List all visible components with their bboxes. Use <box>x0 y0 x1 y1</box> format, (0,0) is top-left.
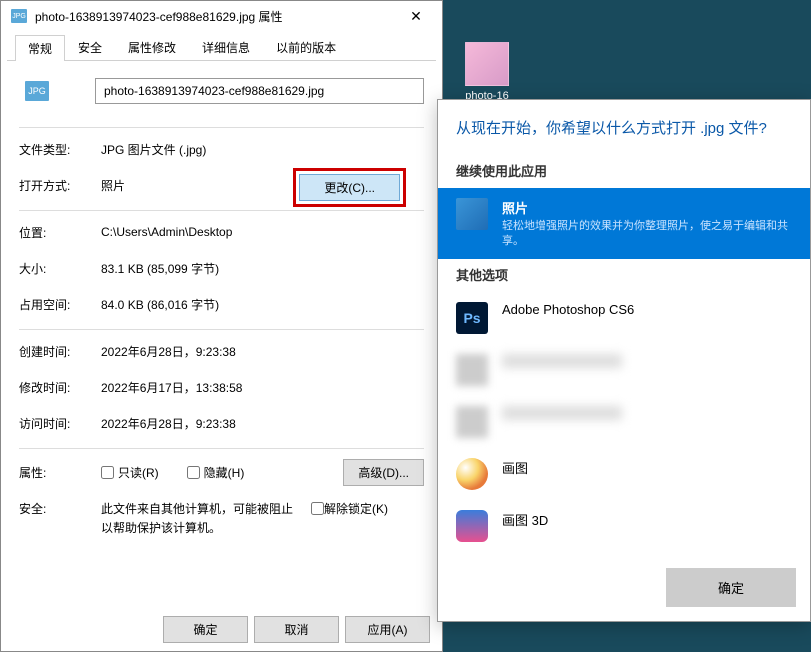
filename-input[interactable] <box>95 78 424 104</box>
tab-previous-versions[interactable]: 以前的版本 <box>263 34 349 60</box>
open-with-label: 打开方式: <box>19 177 101 194</box>
photos-icon <box>456 198 488 230</box>
change-button[interactable]: 更改(C)... <box>299 174 400 201</box>
location-value: C:\Users\Admin\Desktop <box>101 225 232 239</box>
hidden-label: 隐藏(H) <box>204 464 245 481</box>
change-button-highlight: 更改(C)... <box>293 168 406 207</box>
file-type-icon: JPG <box>19 73 55 109</box>
app-item-blurred[interactable]: hidden <box>438 396 810 448</box>
app-name: 画图 <box>502 458 528 477</box>
dialog-buttons: 确定 取消 应用(A) <box>163 616 430 643</box>
desktop-icon[interactable]: photo-16 <box>452 42 522 102</box>
location-label: 位置: <box>19 224 101 241</box>
desktop-icon-thumbnail <box>465 42 509 86</box>
tab-security[interactable]: 安全 <box>65 34 115 60</box>
continue-using-label: 继续使用此应用 <box>438 155 810 188</box>
app-item-paint[interactable]: 画图 <box>438 448 810 500</box>
app-item-paint3d[interactable]: 画图 3D <box>438 500 810 552</box>
created-label: 创建时间: <box>19 343 101 360</box>
paint-icon <box>456 458 488 490</box>
security-label: 安全: <box>19 500 101 517</box>
unblock-label: 解除锁定(K) <box>324 500 388 517</box>
tab-general[interactable]: 常规 <box>15 35 65 61</box>
titlebar[interactable]: JPG photo-1638913974023-cef988e81629.jpg… <box>1 1 442 31</box>
open-with-title: 从现在开始，你希望以什么方式打开 .jpg 文件? <box>438 100 810 155</box>
created-value: 2022年6月28日，9:23:38 <box>101 343 236 360</box>
app-item-photos[interactable]: 照片 轻松地增强照片的效果并为你整理照片，使之易于编辑和共享。 <box>438 188 810 260</box>
app-name: Adobe Photoshop CS6 <box>502 302 634 317</box>
other-options-label: 其他选项 <box>438 259 810 292</box>
size-on-disk-value: 84.0 KB (86,016 字节) <box>101 296 219 313</box>
attributes-label: 属性: <box>19 464 101 481</box>
app-name-blurred: hidden <box>502 406 622 420</box>
app-item-blurred[interactable]: hidden <box>438 344 810 396</box>
accessed-value: 2022年6月28日，9:23:38 <box>101 415 236 432</box>
size-on-disk-label: 占用空间: <box>19 296 101 313</box>
size-value: 83.1 KB (85,099 字节) <box>101 260 219 277</box>
paint3d-icon <box>456 510 488 542</box>
hidden-checkbox[interactable]: 隐藏(H) <box>187 464 245 481</box>
security-text: 此文件来自其他计算机，可能被阻止以帮助保护该计算机。 <box>101 500 301 538</box>
advanced-button[interactable]: 高级(D)... <box>343 459 424 486</box>
properties-content: JPG 文件类型: JPG 图片文件 (.jpg) 打开方式: 照片 更改(C)… <box>1 61 442 564</box>
window-title: photo-1638913974023-cef988e81629.jpg 属性 <box>33 8 394 25</box>
file-type-value: JPG 图片文件 (.jpg) <box>101 141 206 158</box>
cancel-button[interactable]: 取消 <box>254 616 339 643</box>
apply-button[interactable]: 应用(A) <box>345 616 430 643</box>
modified-label: 修改时间: <box>19 379 101 396</box>
open-with-value: 照片 <box>101 177 125 194</box>
open-with-ok-button[interactable]: 确定 <box>666 568 796 607</box>
modified-value: 2022年6月17日，13:38:58 <box>101 379 242 396</box>
file-type-icon: JPG <box>11 8 27 24</box>
open-with-panel: 从现在开始，你希望以什么方式打开 .jpg 文件? 继续使用此应用 照片 轻松地… <box>437 99 811 622</box>
app-name: 画图 3D <box>502 510 548 529</box>
photoshop-icon: Ps <box>456 302 488 334</box>
app-icon-blurred <box>456 354 488 386</box>
tabstrip: 常规 安全 属性修改 详细信息 以前的版本 <box>7 31 436 61</box>
file-type-label: 文件类型: <box>19 141 101 158</box>
size-label: 大小: <box>19 260 101 277</box>
readonly-label: 只读(R) <box>118 464 159 481</box>
unblock-checkbox[interactable]: 解除锁定(K) <box>311 500 388 517</box>
readonly-checkbox[interactable]: 只读(R) <box>101 464 159 481</box>
app-name: 照片 <box>502 198 792 217</box>
ok-button[interactable]: 确定 <box>163 616 248 643</box>
app-icon-blurred <box>456 406 488 438</box>
close-icon[interactable]: ✕ <box>394 2 438 30</box>
properties-dialog: JPG photo-1638913974023-cef988e81629.jpg… <box>0 0 443 652</box>
app-desc: 轻松地增强照片的效果并为你整理照片，使之易于编辑和共享。 <box>502 219 792 250</box>
tab-details[interactable]: 详细信息 <box>189 34 263 60</box>
accessed-label: 访问时间: <box>19 415 101 432</box>
tab-attribute-modify[interactable]: 属性修改 <box>115 34 189 60</box>
app-item-photoshop[interactable]: Ps Adobe Photoshop CS6 <box>438 292 810 344</box>
app-name-blurred: hidden <box>502 354 622 368</box>
